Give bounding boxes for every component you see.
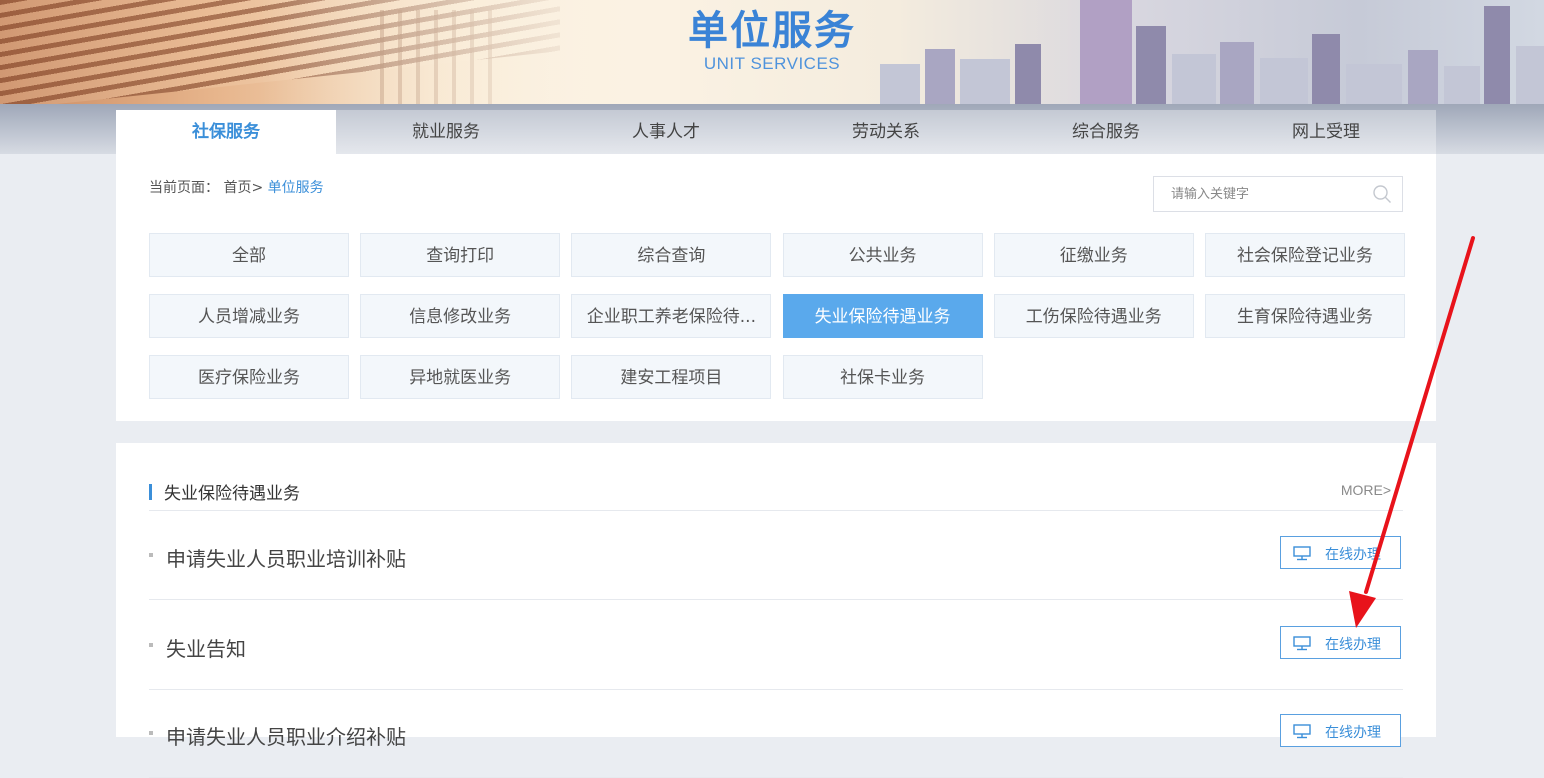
breadcrumb-current: 单位服务 bbox=[267, 180, 324, 196]
monitor-icon bbox=[1293, 636, 1311, 651]
more-link[interactable]: MORE> bbox=[1341, 482, 1391, 498]
category-button[interactable]: 综合查询 bbox=[571, 233, 772, 277]
category-button[interactable]: 生育保险待遇业务 bbox=[1204, 294, 1405, 338]
tab-personnel[interactable]: 人事人才 bbox=[556, 110, 776, 154]
category-button[interactable]: 工伤保险待遇业务 bbox=[993, 294, 1194, 338]
search-box bbox=[1153, 176, 1403, 212]
category-button[interactable]: 全部 bbox=[149, 233, 349, 277]
category-button[interactable]: 查询打印 bbox=[360, 233, 561, 277]
breadcrumb-home[interactable]: 首页> bbox=[223, 180, 263, 196]
category-button[interactable]: 医疗保险业务 bbox=[149, 355, 349, 399]
online-handle-label: 在线办理 bbox=[1325, 547, 1381, 563]
search-icon[interactable] bbox=[1372, 184, 1392, 204]
tab-general-services[interactable]: 综合服务 bbox=[996, 110, 1216, 154]
category-panel: 当前页面： 首页> 单位服务 全部 查询打印 综合查询 公共业务 征缴业务 社会… bbox=[116, 154, 1436, 421]
list-item: 失业告知 在线办理 bbox=[149, 600, 1403, 690]
tab-online-acceptance[interactable]: 网上受理 bbox=[1216, 110, 1436, 154]
list-item-title[interactable]: 申请失业人员职业介绍补贴 bbox=[166, 721, 406, 750]
breadcrumb-prefix: 当前页面： bbox=[149, 180, 219, 196]
breadcrumb: 当前页面： 首页> 单位服务 bbox=[149, 177, 324, 197]
online-handle-button[interactable]: 在线办理 bbox=[1280, 626, 1401, 659]
monitor-icon bbox=[1293, 546, 1311, 561]
list-item: 申请失业人员职业介绍补贴 在线办理 bbox=[149, 688, 1403, 778]
category-button[interactable]: 建安工程项目 bbox=[571, 355, 772, 399]
online-handle-label: 在线办理 bbox=[1325, 725, 1381, 741]
category-grid: 全部 查询打印 综合查询 公共业务 征缴业务 社会保险登记业务 人员增减业务 信… bbox=[149, 233, 1405, 399]
section-title: 失业保险待遇业务 bbox=[164, 484, 300, 504]
search-input[interactable] bbox=[1154, 177, 1371, 211]
bullet-icon bbox=[149, 553, 153, 557]
main-nav: 社保服务 就业服务 人事人才 劳动关系 综合服务 网上受理 bbox=[116, 110, 1436, 154]
list-item-title[interactable]: 失业告知 bbox=[166, 633, 246, 662]
banner-subtitle: UNIT SERVICES bbox=[703, 54, 841, 73]
list-item-title[interactable]: 申请失业人员职业培训补贴 bbox=[166, 543, 406, 572]
section-header: 失业保险待遇业务 MORE> bbox=[149, 479, 1403, 511]
list-item: 申请失业人员职业培训补贴 在线办理 bbox=[149, 510, 1403, 600]
online-handle-button[interactable]: 在线办理 bbox=[1280, 714, 1401, 747]
category-button[interactable]: 公共业务 bbox=[782, 233, 983, 277]
category-button[interactable]: 社会保险登记业务 bbox=[1204, 233, 1405, 277]
section-accent-bar bbox=[149, 484, 152, 500]
online-handle-label: 在线办理 bbox=[1325, 637, 1381, 653]
category-button[interactable]: 征缴业务 bbox=[993, 233, 1194, 277]
category-button[interactable]: 社保卡业务 bbox=[782, 355, 983, 399]
category-button[interactable]: 异地就医业务 bbox=[360, 355, 561, 399]
bullet-icon bbox=[149, 731, 153, 735]
category-button-active[interactable]: 失业保险待遇业务 bbox=[782, 294, 983, 338]
tab-social-insurance[interactable]: 社保服务 bbox=[116, 110, 336, 154]
category-button[interactable]: 信息修改业务 bbox=[360, 294, 561, 338]
category-button[interactable]: 企业职工养老保险待... bbox=[571, 294, 772, 338]
banner-title: 单位服务 bbox=[688, 8, 856, 54]
category-button[interactable]: 人员增减业务 bbox=[149, 294, 349, 338]
bullet-icon bbox=[149, 643, 153, 647]
service-list-panel: 失业保险待遇业务 MORE> 申请失业人员职业培训补贴 在线办理 失业告知 在线… bbox=[116, 443, 1436, 778]
tab-employment[interactable]: 就业服务 bbox=[336, 110, 556, 154]
online-handle-button[interactable]: 在线办理 bbox=[1280, 536, 1401, 569]
tab-labor-relations[interactable]: 劳动关系 bbox=[776, 110, 996, 154]
